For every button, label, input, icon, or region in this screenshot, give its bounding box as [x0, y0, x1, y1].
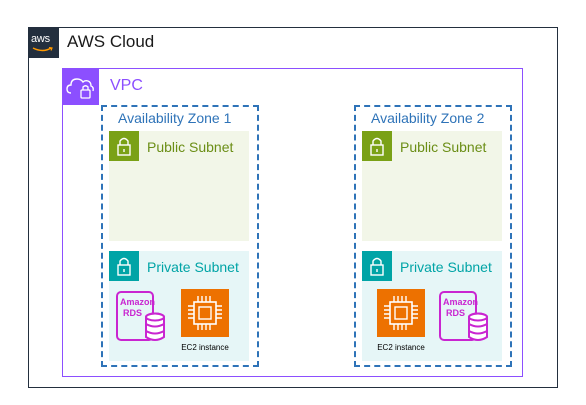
ec2-chip-icon: [376, 288, 426, 338]
ec2-instance-label: EC2 instance: [181, 343, 229, 352]
private-subnet-2-title: Private Subnet: [400, 259, 492, 275]
ec2-chip-icon: [180, 288, 230, 338]
ec2-instance-label: EC2 instance: [377, 343, 425, 352]
rds-label-line1: Amazon: [120, 297, 156, 307]
aws-cloud-title: AWS Cloud: [67, 32, 155, 51]
rds-label-line2: RDS: [123, 308, 143, 318]
availability-zone-2-title: Availability Zone 2: [371, 110, 485, 126]
vpc-cloud-lock-icon: [62, 68, 99, 105]
vpc-title: VPC: [110, 77, 143, 94]
padlock-icon: [362, 251, 392, 281]
padlock-icon: [362, 131, 392, 161]
aws-badge-text: aws: [31, 33, 50, 45]
padlock-icon: [109, 251, 139, 281]
public-subnet-2-title: Public Subnet: [400, 139, 487, 155]
public-subnet-1-title: Public Subnet: [147, 139, 234, 155]
aws-logo-icon: aws: [28, 27, 59, 58]
rds-label-line2: RDS: [446, 308, 466, 318]
padlock-icon: [109, 131, 139, 161]
availability-zone-1-title: Availability Zone 1: [118, 110, 232, 126]
private-subnet-1-title: Private Subnet: [147, 259, 239, 275]
rds-label-line1: Amazon: [443, 297, 479, 307]
